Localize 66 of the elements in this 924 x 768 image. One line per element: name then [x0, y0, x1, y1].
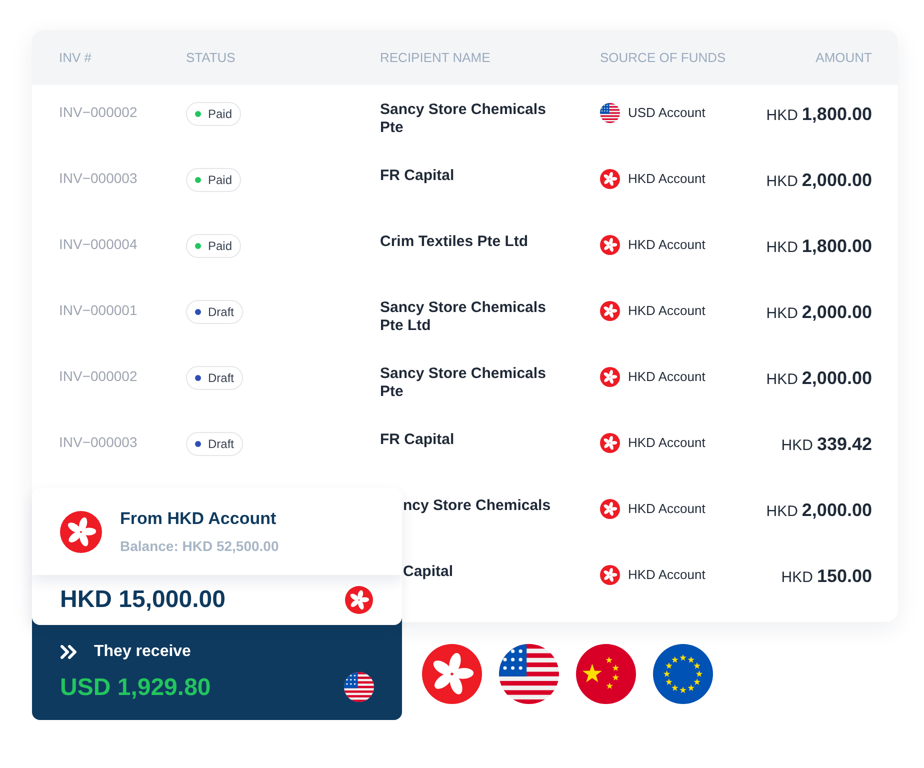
status-label: Draft [208, 304, 234, 321]
column-header: SOURCE OF FUNDS [600, 48, 727, 67]
status-label: Paid [208, 106, 232, 123]
hong-kong-flag-icon [60, 510, 102, 552]
source-account: HKD Account [628, 236, 706, 254]
hong-kong-flag-icon [600, 499, 620, 519]
invoice-number: INV−000002 [59, 368, 138, 384]
recipient-name: Sancy Store Chemicals Pte Ltd [380, 299, 547, 335]
receive-label: They receive [94, 642, 191, 662]
currency-code: HKD [766, 370, 798, 390]
invoice-number: INV−000003 [59, 170, 138, 186]
source-account: HKD Account [628, 368, 706, 386]
amount: 2,000.00 [802, 301, 872, 324]
currency-code: HKD [781, 436, 813, 456]
send-amount: HKD 15,000.00 [60, 585, 226, 615]
source-account: HKD Account [628, 170, 706, 188]
hong-kong-flag-icon [600, 301, 620, 321]
recipient-name: Sancy Store Chemicals Pte [380, 365, 547, 401]
invoice-number: INV−000004 [59, 236, 138, 252]
source-account: HKD Account [628, 302, 706, 320]
hong-kong-flag-icon [345, 586, 373, 614]
invoice-number: INV−000001 [59, 302, 138, 318]
source-account: USD Account [628, 104, 706, 122]
from-account-title: From HKD Account [120, 508, 278, 530]
status-label: Draft [208, 370, 234, 387]
recipient-name: ncy Store Chemicals [403, 497, 552, 515]
amount: 2,000.00 [802, 367, 872, 390]
balance-text: Balance: HKD 52,500.00 [120, 536, 279, 556]
column-header: INV # [59, 48, 93, 67]
amount: 1,800.00 [802, 103, 872, 126]
column-header: AMOUNT [816, 48, 872, 67]
amount: 2,000.00 [802, 499, 872, 522]
invoice-number: INV−000002 [59, 104, 138, 120]
status-label: Draft [208, 436, 234, 453]
currency-code: HKD [766, 106, 798, 126]
double-chevron-icon [60, 645, 78, 659]
currency-code: HKD [766, 502, 798, 522]
column-header: STATUS [186, 48, 236, 67]
us-flag-icon [344, 672, 374, 702]
amount: 2,000.00 [802, 169, 872, 192]
currency-code: HKD [766, 304, 798, 324]
hong-kong-flag-icon [600, 367, 620, 387]
hong-kong-flag-icon [600, 235, 620, 255]
currency-code: HKD [766, 238, 798, 258]
recipient-name: Capital [403, 563, 454, 581]
currency-code: HKD [781, 568, 813, 588]
recipient-name: Sancy Store Chemicals Pte [380, 101, 547, 137]
us-flag-icon [600, 103, 620, 123]
amount: 150.00 [816, 565, 872, 588]
source-account: HKD Account [628, 434, 706, 452]
currency-code: HKD [766, 172, 798, 192]
status-label: Paid [208, 172, 232, 189]
invoice-number: INV−000003 [59, 434, 138, 450]
hong-kong-flag-icon [600, 565, 620, 585]
recipient-name: FR Capital [380, 431, 456, 449]
status-label: Paid [208, 238, 232, 255]
receive-amount: USD 1,929.80 [60, 673, 211, 703]
column-header: RECIPIENT NAME [380, 48, 492, 67]
hong-kong-flag-icon [600, 433, 620, 453]
amount: 1,800.00 [802, 235, 872, 258]
recipient-name: FR Capital [380, 167, 456, 185]
hong-kong-flag-icon [600, 169, 620, 189]
recipient-name: Crim Textiles Pte Ltd [380, 233, 530, 251]
source-account: HKD Account [628, 500, 706, 518]
source-account: HKD Account [628, 566, 706, 584]
amount: 339.42 [816, 433, 872, 456]
